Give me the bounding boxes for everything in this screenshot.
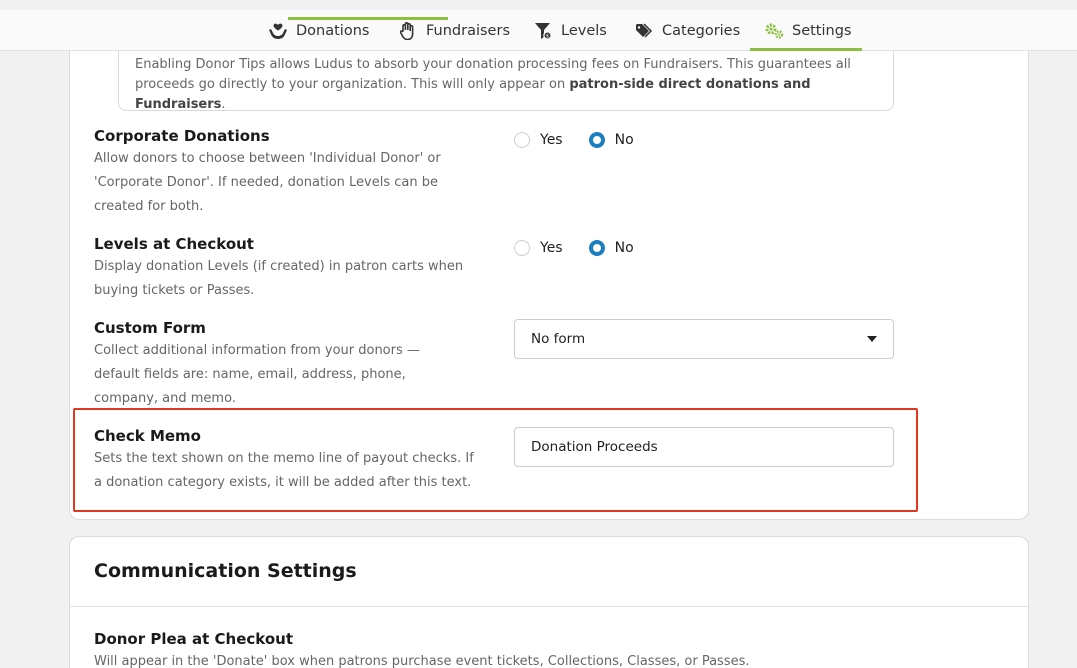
tab-label: Categories [662,22,741,39]
tab-fundraisers[interactable]: Fundraisers [398,10,510,51]
donor-plea-description: Will appear in the 'Donate' box when pat… [94,654,750,668]
check-memo-description: Sets the text shown on the memo line of … [94,451,474,490]
custom-form-select[interactable]: No form [514,319,894,359]
corporate-donations-yes-radio[interactable] [514,132,530,148]
corporate-donations-no-label[interactable]: No [615,132,634,148]
tab-donations[interactable]: Donations [268,10,369,51]
communication-settings-title: Communication Settings [94,560,357,582]
levels-at-checkout-radio-group: Yes No [514,240,650,256]
tab-categories[interactable]: Categories [634,10,740,51]
levels-at-checkout-description: Display donation Levels (if created) in … [94,259,464,298]
tab-settings[interactable]: Settings [764,10,851,51]
donor-tips-text-end: . [221,97,226,112]
corporate-donations-yes-label[interactable]: Yes [540,132,563,148]
tab-label: Settings [792,22,852,39]
levels-at-checkout-yes-label[interactable]: Yes [540,240,563,256]
corporate-donations-no-radio[interactable] [588,132,605,148]
levels-at-checkout-no-label[interactable]: No [615,240,634,256]
custom-form-description: Collect additional information from your… [94,343,420,406]
check-memo-title: Check Memo [94,427,201,445]
communication-settings-header: Communication Settings [70,537,1028,607]
corporate-donations-description: Allow donors to choose between 'Individu… [94,151,441,214]
custom-form-selected-value: No form [531,331,586,347]
levels-at-checkout-yes-radio[interactable] [514,240,530,256]
custom-form-title: Custom Form [94,319,206,337]
gears-icon [764,21,784,41]
caret-down-icon [867,336,877,342]
section-tab-bar: Donations Fundraisers $ Levels Categorie… [0,10,1077,51]
tab-label: Levels [561,22,607,39]
hand-heart-icon [268,21,288,41]
donor-plea-title: Donor Plea at Checkout [94,630,294,648]
check-memo-input-value: Donation Proceeds [531,439,658,455]
svg-text:$: $ [546,33,549,39]
top-strip [0,0,1077,10]
levels-filter-icon: $ [533,21,553,41]
tags-icon [634,21,654,41]
levels-at-checkout-title: Levels at Checkout [94,235,254,253]
tab-label: Fundraisers [426,22,510,39]
tab-label: Donations [296,22,370,39]
check-memo-input[interactable]: Donation Proceeds [514,427,894,467]
corporate-donations-title: Corporate Donations [94,127,270,145]
raised-hand-icon [398,21,418,41]
levels-at-checkout-no-radio[interactable] [588,240,605,256]
tab-levels[interactable]: $ Levels [533,10,607,51]
donor-tips-info-box: Enabling Donor Tips allows Ludus to abso… [118,51,894,112]
communication-settings-card: Communication Settings [69,536,1029,668]
corporate-donations-radio-group: Yes No [514,132,650,148]
